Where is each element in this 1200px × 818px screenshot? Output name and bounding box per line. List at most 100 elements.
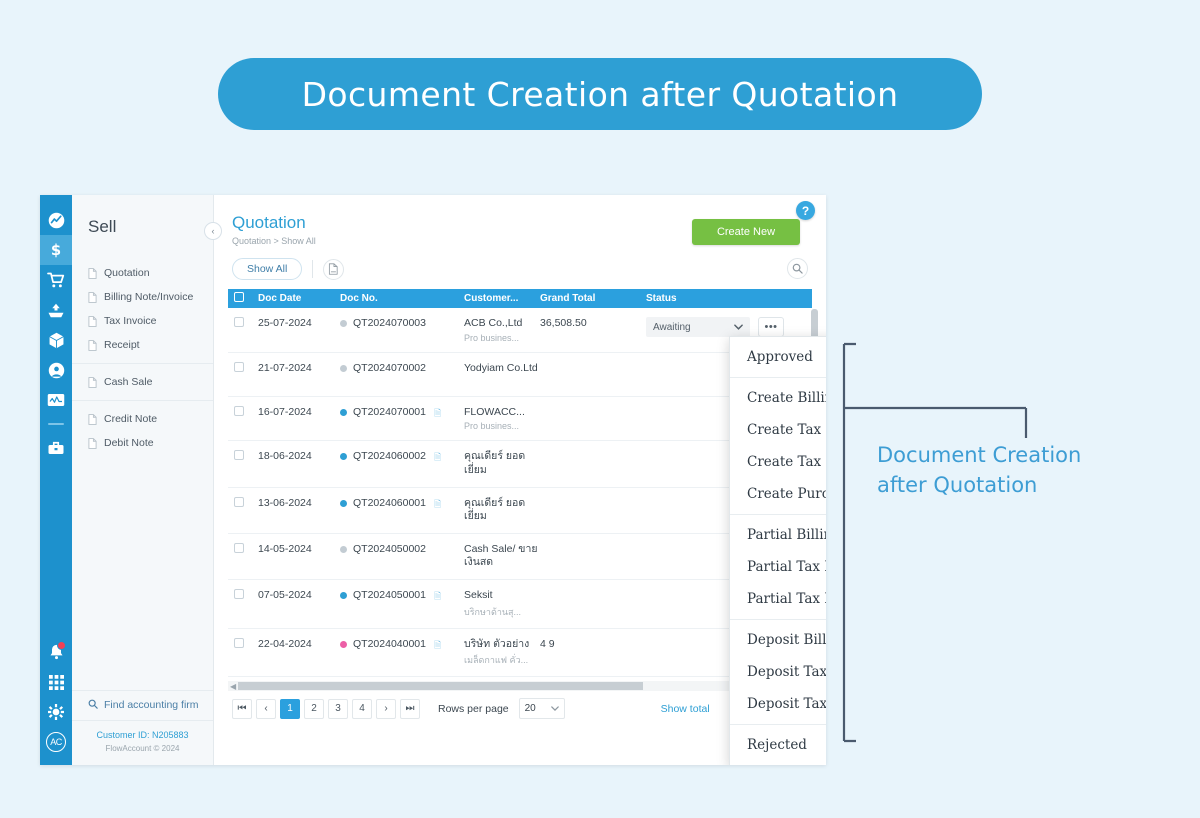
menu-item-partial-tax-invoice[interactable]: Partial Tax Invoice <box>730 551 826 583</box>
apps-grid-icon[interactable] <box>40 667 72 697</box>
payroll-icon[interactable] <box>40 355 72 385</box>
find-accounting-firm-link[interactable]: Find accounting firm <box>72 689 213 720</box>
status-dot <box>340 545 347 553</box>
status-dot <box>340 453 347 461</box>
doc-no-text[interactable]: QT2024040001 <box>353 638 426 650</box>
create-new-button[interactable]: Create New <box>692 219 800 245</box>
sidebar-item-tax-invoice[interactable]: Tax Invoice <box>72 309 213 333</box>
status-select[interactable]: Awaiting <box>646 317 750 337</box>
next-page-button[interactable]: › <box>376 698 396 719</box>
attachment-icon[interactable]: 🗎 <box>434 450 441 466</box>
search-button[interactable] <box>787 258 808 279</box>
help-button[interactable]: ? <box>796 201 815 220</box>
table-row[interactable]: 07-05-2024 QT2024050001 🗎 Seksit บริกษาด… <box>228 580 812 629</box>
scrollbar-thumb[interactable] <box>238 682 644 691</box>
menu-item-rejected[interactable]: Rejected <box>730 729 826 761</box>
show-total-link[interactable]: Show total <box>661 703 710 715</box>
annotation-line-1: Document Creation <box>877 443 1082 467</box>
column-header-status[interactable]: Status <box>646 293 806 304</box>
cell-customer: บริษัท ตัวอย่าง เมล็ดกาแฟ คั่ว... <box>464 638 540 668</box>
row-checkbox[interactable] <box>234 496 258 510</box>
prev-page-button[interactable]: ‹ <box>256 698 276 719</box>
table-row[interactable]: 16-07-2024 QT2024070001 🗎 FLOWACC... Pro… <box>228 397 812 442</box>
assets-icon[interactable] <box>40 433 72 463</box>
doc-no-text[interactable]: QT2024070002 <box>353 362 426 374</box>
filter-divider <box>312 260 314 278</box>
table-row[interactable]: 25-07-2024 QT2024070003 ACB Co.,Ltd Pro … <box>228 308 812 353</box>
sidebar-item-billing-note-invoice[interactable]: Billing Note/Invoice <box>72 285 213 309</box>
attachment-icon[interactable]: 🗎 <box>434 589 441 605</box>
menu-item-partial-tax-invoice-receipt-cash[interactable]: Partial Tax Invoice/Receipt (Cash) <box>730 583 826 615</box>
settings-gear-icon[interactable] <box>40 697 72 727</box>
attachment-icon[interactable]: 🗎 <box>434 638 441 654</box>
page-button-2[interactable]: 2 <box>304 698 324 719</box>
row-checkbox[interactable] <box>234 589 258 602</box>
sidebar-item-receipt[interactable]: Receipt <box>72 333 213 357</box>
column-header-grand-total[interactable]: Grand Total <box>540 293 646 304</box>
row-checkbox[interactable] <box>234 542 258 556</box>
products-box-icon[interactable] <box>40 325 72 355</box>
rows-per-page-select[interactable]: 20 <box>518 698 565 720</box>
row-actions-button[interactable]: ••• <box>758 317 784 337</box>
menu-item-deposit-billing-note-invoice[interactable]: Deposit Billing Note/Invoice <box>730 624 826 656</box>
cell-customer: Yodyiam Co.Ltd <box>464 362 540 376</box>
column-header-customer[interactable]: Customer... <box>464 293 540 304</box>
menu-item-deposit-tax-invoice-receipt-cash[interactable]: Deposit Tax Invoice/Receipt (Cash) <box>730 688 826 720</box>
row-checkbox[interactable] <box>234 317 258 330</box>
menu-item-create-tax-invoice[interactable]: Create Tax Invoice <box>730 414 826 446</box>
scroll-left-arrow[interactable]: ◀ <box>228 682 238 691</box>
menu-item-create-tax-invoice-receipt-cash[interactable]: Create Tax Invoice/Receipt (Cash) <box>730 446 826 478</box>
column-header-doc-date[interactable]: Doc Date <box>258 293 340 304</box>
page-button-4[interactable]: 4 <box>352 698 372 719</box>
account-avatar[interactable]: AC <box>40 727 72 757</box>
dashboard-icon[interactable] <box>40 205 72 235</box>
menu-item-deposit-tax-invoice[interactable]: Deposit Tax Invoice <box>730 656 826 688</box>
show-all-filter-chip[interactable]: Show All <box>232 258 303 280</box>
document-export-icon[interactable] <box>323 258 345 280</box>
find-accounting-firm-label: Find accounting firm <box>104 699 199 712</box>
customer-name: บริษัท ตัวอย่าง <box>464 637 530 650</box>
column-header-doc-no[interactable]: Doc No. <box>340 293 464 304</box>
customer-detail: Pro busines... <box>464 421 520 432</box>
attachment-icon[interactable]: 🗎 <box>434 406 441 422</box>
row-checkbox[interactable] <box>234 361 258 375</box>
doc-no-text[interactable]: QT2024050002 <box>353 543 426 555</box>
page-button-3[interactable]: 3 <box>328 698 348 719</box>
menu-item-create-purchase-order[interactable]: Create Purchase Order <box>730 478 826 510</box>
sidebar-item-cash-sale[interactable]: Cash Sale <box>72 370 213 394</box>
first-page-button[interactable]: ⏮ <box>232 698 252 719</box>
sidebar-collapse-button[interactable]: ‹ <box>204 222 222 240</box>
table-row[interactable]: 22-04-2024 QT2024040001 🗎 บริษัท ตัวอย่า… <box>228 629 812 678</box>
row-checkbox[interactable] <box>234 637 258 651</box>
reports-icon[interactable] <box>40 385 72 415</box>
doc-no-text[interactable]: QT2024070001 <box>353 406 426 418</box>
menu-item-partial-billing-note-invoice[interactable]: Partial Billing Note/Invoice <box>730 519 826 551</box>
sidebar-item-debit-note[interactable]: Debit Note <box>72 431 213 455</box>
sell-icon[interactable]: $ <box>40 235 72 265</box>
last-page-button[interactable]: ⏭ <box>400 698 420 719</box>
main-panel: ? Quotation Quotation > Show All Create … <box>214 195 826 765</box>
row-checkbox[interactable] <box>234 405 258 419</box>
sidebar-item-credit-note[interactable]: Credit Note <box>72 407 213 431</box>
table-horizontal-scrollbar[interactable]: ◀ <box>228 681 812 692</box>
doc-no-text[interactable]: QT2024070003 <box>353 317 426 329</box>
table-row[interactable]: 18-06-2024 QT2024060002 🗎 คุณเดียร์ ยอดเ… <box>228 441 812 488</box>
doc-no-text[interactable]: QT2024050001 <box>353 589 426 601</box>
page-button-1[interactable]: 1 <box>280 698 300 719</box>
buy-cart-icon[interactable] <box>40 265 72 295</box>
sidebar-item-quotation[interactable]: Quotation <box>72 261 213 285</box>
notifications-bell-icon[interactable] <box>40 637 72 667</box>
table-row[interactable]: 14-05-2024 QT2024050002 Cash Sale/ ขายเง… <box>228 534 812 581</box>
table-row[interactable]: 13-06-2024 QT2024060001 🗎 คุณเดียร์ ยอดเ… <box>228 488 812 534</box>
row-checkbox[interactable] <box>234 450 258 463</box>
table-row[interactable]: 21-07-2024 QT2024070002 Yodyiam Co.Ltd <box>228 353 812 397</box>
doc-no-text[interactable]: QT2024060001 <box>353 497 426 509</box>
select-all-checkbox[interactable] <box>234 292 258 305</box>
menu-item-approved[interactable]: Approved <box>730 341 826 373</box>
cell-doc-date: 14-05-2024 <box>258 542 312 555</box>
sidebar-item-label: Cash Sale <box>104 376 153 388</box>
attachment-icon[interactable]: 🗎 <box>434 497 441 513</box>
menu-item-create-billing-note-invoice[interactable]: Create Billing Note/Invoice <box>730 382 826 414</box>
doc-no-text[interactable]: QT2024060002 <box>353 450 426 462</box>
expense-icon[interactable] <box>40 295 72 325</box>
